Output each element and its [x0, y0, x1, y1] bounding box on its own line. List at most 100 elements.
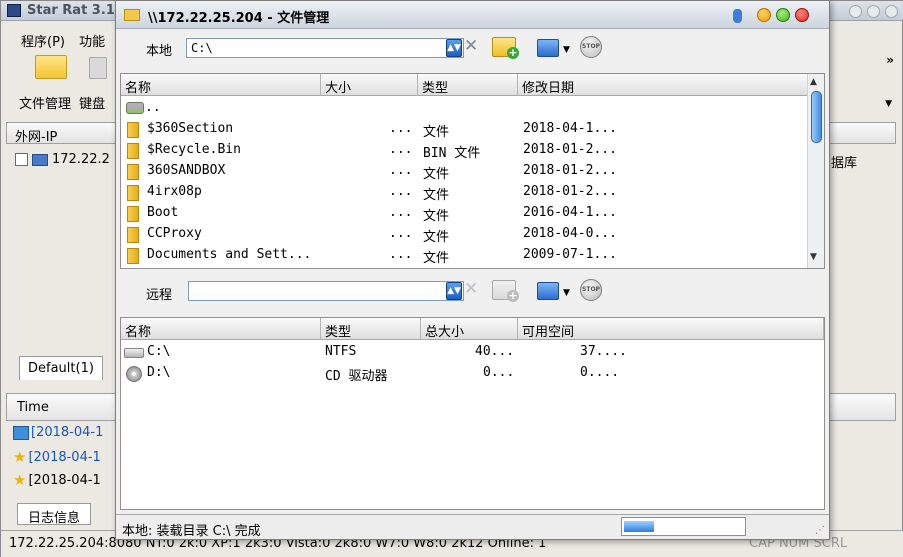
- file-date: 2018-04-0...: [523, 226, 617, 241]
- file-row[interactable]: $Recycle.Bin ... BIN 文件 2018-01-2...: [121, 140, 809, 161]
- toolbar-labels: 文件管理 键盘: [19, 93, 109, 112]
- maximize-button[interactable]: [867, 5, 880, 18]
- time-column-label: Time: [17, 400, 49, 415]
- drive-type: NTFS: [325, 344, 357, 359]
- host-database-text: 据库: [831, 156, 858, 171]
- pin-icon[interactable]: [733, 9, 742, 23]
- network-icon: [13, 425, 29, 440]
- file-type: 文件: [423, 230, 450, 245]
- menu-item-function[interactable]: 功能: [79, 35, 105, 50]
- view-mode-icon[interactable]: [537, 39, 559, 57]
- folder-icon: [127, 122, 139, 138]
- remote-path-dropdown-icon[interactable]: ▲▼: [446, 282, 462, 300]
- up-folder-icon: [126, 102, 144, 114]
- log-entry[interactable]: ★ [2018-04-1: [13, 448, 101, 466]
- file-row[interactable]: $360Section ... 文件 2018-04-1...: [121, 119, 809, 140]
- file-row[interactable]: 4irx08p ... 文件 2018-01-2...: [121, 182, 809, 203]
- remote-view-dropdown-icon[interactable]: ▼: [563, 288, 570, 298]
- file-row[interactable]: Documents and Sett... ... 文件 2009-07-1..…: [121, 245, 809, 266]
- file-type: BIN 文件: [423, 146, 481, 161]
- file-date: 2009-07-1...: [523, 247, 617, 262]
- log-entry[interactable]: [2018-04-1: [13, 425, 103, 440]
- toolbar-dropdown-icon[interactable]: ▼: [885, 99, 892, 109]
- column-modified-date[interactable]: 修改日期: [518, 74, 809, 96]
- local-path-combo[interactable]: C:\: [186, 38, 464, 58]
- progress-fill: [624, 521, 654, 532]
- scroll-up-icon[interactable]: ▲: [810, 77, 817, 87]
- plus-icon: +: [507, 289, 519, 302]
- column-name[interactable]: 名称: [121, 318, 321, 340]
- log-entry[interactable]: ★ [2018-04-1: [13, 471, 101, 489]
- log-entry-text: [2018-04-1: [31, 425, 104, 440]
- file-name: $Recycle.Bin: [147, 142, 241, 157]
- drive-row[interactable]: D:\ CD 驱动器 0... 0....: [121, 363, 824, 384]
- drive-total-size: 40...: [475, 344, 515, 359]
- menu-item-program[interactable]: 程序(P): [21, 35, 65, 50]
- file-size: ...: [389, 184, 413, 199]
- scroll-thumb[interactable]: [811, 91, 822, 143]
- minimize-button[interactable]: [849, 5, 862, 18]
- remote-new-folder-icon[interactable]: +: [492, 280, 519, 302]
- local-file-list[interactable]: 名称 大小 类型 修改日期 .. $360Section ... 文件 2018…: [120, 73, 825, 269]
- column-size[interactable]: 大小: [321, 74, 418, 96]
- file-row[interactable]: CCProxy ... 文件 2018-04-0...: [121, 224, 809, 245]
- toolbar-overflow-icon[interactable]: »: [886, 53, 894, 67]
- column-free-space[interactable]: 可用空间: [518, 318, 824, 340]
- local-vertical-scrollbar[interactable]: ▲ ▼: [807, 74, 824, 268]
- column-total-size[interactable]: 总大小: [421, 318, 518, 340]
- menu-bar: 程序(P) 功能: [21, 31, 115, 50]
- keyboard-tool-icon[interactable]: [89, 57, 107, 79]
- dialog-title: \\172.22.25.204 - 文件管理: [148, 11, 330, 26]
- column-type[interactable]: 类型: [418, 74, 518, 96]
- new-folder-icon[interactable]: +: [492, 37, 519, 59]
- file-name: $360Section: [147, 121, 234, 136]
- file-date: 2016-04-1...: [523, 205, 617, 220]
- file-row[interactable]: ..: [121, 98, 809, 119]
- toolbar-file-manager-label[interactable]: 文件管理: [19, 97, 71, 112]
- plus-icon: +: [507, 46, 519, 59]
- file-name: 360SANDBOX: [147, 163, 226, 178]
- dialog-titlebar[interactable]: \\172.22.25.204 - 文件管理: [116, 1, 829, 29]
- dialog-close-button[interactable]: [795, 8, 809, 22]
- scroll-down-icon[interactable]: ▼: [810, 252, 817, 262]
- file-row[interactable]: 360SANDBOX ... 文件 2018-01-2...: [121, 161, 809, 182]
- log-entry-text: [2018-04-1: [28, 449, 101, 465]
- host-checkbox[interactable]: [15, 153, 28, 166]
- resize-grip-icon[interactable]: ⋰: [815, 525, 825, 536]
- drive-total-size: 0...: [483, 365, 515, 380]
- file-manager-folder-icon[interactable]: [35, 55, 67, 79]
- remote-path-combo[interactable]: [188, 281, 464, 301]
- local-path-dropdown-icon[interactable]: ▲▼: [446, 39, 462, 57]
- remote-view-mode-icon[interactable]: [537, 282, 559, 300]
- host-row[interactable]: 172.22.2: [15, 152, 110, 167]
- column-name[interactable]: 名称: [121, 74, 321, 96]
- column-wan-ip[interactable]: 外网-IP: [15, 130, 57, 145]
- file-size: ...: [389, 247, 413, 262]
- remote-label: 远程: [146, 288, 173, 303]
- drive-row[interactable]: C:\ NTFS 40... 37....: [121, 342, 824, 363]
- file-size: ...: [389, 142, 413, 157]
- view-dropdown-icon[interactable]: ▼: [563, 45, 570, 55]
- remote-delete-icon[interactable]: ✕: [464, 279, 478, 299]
- dialog-maximize-button[interactable]: [776, 8, 790, 22]
- file-row[interactable]: Boot ... 文件 2016-04-1...: [121, 203, 809, 224]
- tab-log-info[interactable]: 日志信息: [17, 503, 92, 526]
- dialog-status-text: 本地: 装载目录 C:\ 完成: [122, 524, 261, 539]
- folder-icon: [127, 248, 139, 264]
- toolbar-keyboard-label[interactable]: 键盘: [79, 97, 105, 112]
- close-button[interactable]: [885, 5, 898, 18]
- file-size: ...: [389, 121, 413, 136]
- tab-default[interactable]: Default(1): [19, 356, 103, 380]
- host-ip: 172.22.2: [52, 152, 110, 167]
- column-type[interactable]: 类型: [321, 318, 421, 340]
- delete-icon[interactable]: ✕: [464, 36, 478, 56]
- drive-name: D:\: [147, 365, 171, 380]
- stop-icon[interactable]: STOP: [580, 36, 602, 58]
- drive-name: C:\: [147, 344, 171, 359]
- file-name: Boot: [147, 205, 179, 220]
- dialog-minimize-button[interactable]: [757, 8, 771, 22]
- star-icon: ★: [13, 471, 27, 489]
- remote-drive-list[interactable]: 名称 类型 总大小 可用空间 C:\ NTFS 40... 37.... D:\…: [120, 317, 825, 510]
- log-entry-text: [2018-04-1: [28, 472, 101, 488]
- remote-stop-icon[interactable]: STOP: [580, 279, 602, 301]
